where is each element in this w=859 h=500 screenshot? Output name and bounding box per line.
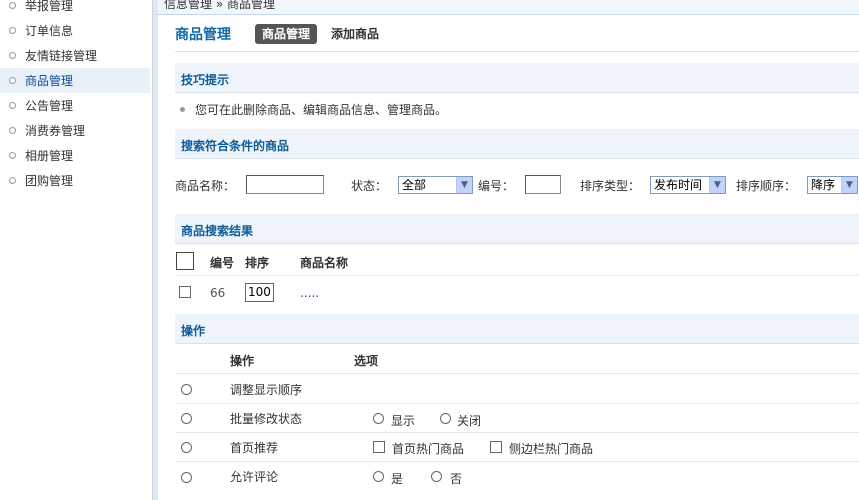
row-order-input[interactable]: 100 [245,283,274,302]
row-divider [175,275,859,276]
option-radio-close[interactable] [440,413,451,424]
status-select-value: 全部 [402,178,427,192]
dropdown-arrow-icon: ▼ [841,177,857,193]
id-label: 编号： [478,179,515,193]
product-name-label: 商品名称： [175,179,236,193]
page-title: 商品管理 [175,27,231,43]
sidebar-item-label: 相册管理 [25,149,74,163]
option-label-sidebar-hot: 侧边栏热门商品 [509,442,594,456]
dropdown-arrow-icon: ▼ [456,177,472,193]
option-label-show: 显示 [391,414,416,428]
op-radio-homepage-recommend[interactable] [181,442,192,453]
row-checkbox[interactable] [179,286,191,298]
section-title: 技巧提示 [181,73,230,87]
option-label-home-hot: 首页热门商品 [392,442,465,456]
op-radio-reorder[interactable] [181,384,192,395]
option-checkbox-sidebar-hot[interactable] [490,441,502,453]
row-divider [175,403,859,404]
option-radio-show[interactable] [373,413,384,424]
op-label-homepage-recommend: 首页推荐 [230,441,279,455]
breadcrumb-bar: 信息管理 » 商品管理 [158,0,859,15]
sidebar-item-products[interactable]: 商品管理 [0,68,150,93]
breadcrumb: 信息管理 » 商品管理 [164,0,275,11]
title-divider [175,51,859,52]
circle-bullet-icon [9,152,16,159]
circle-bullet-icon [9,52,16,59]
column-header-id: 编号 [210,256,235,270]
option-label-yes: 是 [391,472,404,486]
bullet-dot-icon [180,106,185,112]
column-header-option: 选项 [354,354,379,368]
option-checkbox-home-hot[interactable] [373,441,385,453]
sort-order-select[interactable]: 降序 ▼ [807,176,858,194]
sidebar-item-label: 举报管理 [25,0,74,13]
sort-order-select-value: 降序 [811,178,836,192]
sort-type-select-value: 发布时间 [654,178,703,192]
sidebar-item-groupbuy[interactable]: 团购管理 [0,168,150,193]
circle-bullet-icon [9,27,16,34]
section-title: 商品搜索结果 [181,224,254,238]
sidebar-item-label: 消费券管理 [25,124,86,138]
sidebar-item-announcements[interactable]: 公告管理 [0,93,150,118]
row-divider [175,373,859,374]
tab-manage-products[interactable]: 商品管理 [255,24,318,44]
sidebar-item-albums[interactable]: 相册管理 [0,143,150,168]
dropdown-arrow-icon: ▼ [709,177,725,193]
sort-order-label: 排序顺序： [736,179,797,193]
results-section-header: 商品搜索结果 [175,214,859,244]
sidebar: 举报管理 订单信息 友情链接管理 商品管理 公告管理 消费券管理 相册管理 团购… [0,0,150,500]
row-id: 66 [210,286,226,300]
sidebar-item-label: 友情链接管理 [25,49,98,63]
circle-bullet-icon [9,2,16,9]
circle-bullet-icon [9,102,16,109]
op-label-batch-status: 批量修改状态 [230,412,303,426]
option-radio-yes[interactable] [373,471,384,482]
sidebar-item-label: 团购管理 [25,174,74,188]
operations-section-header: 操作 [175,314,859,344]
tips-section-header: 技巧提示 [175,63,859,93]
column-header-order: 排序 [245,256,270,270]
option-label-close: 关闭 [457,414,482,428]
product-name-input[interactable] [246,175,324,194]
circle-bullet-icon [9,127,16,134]
column-header-name: 商品名称 [300,256,349,270]
row-divider [175,461,859,462]
sort-type-label: 排序类型： [580,179,641,193]
sidebar-item-label: 商品管理 [25,74,74,88]
sidebar-item-links[interactable]: 友情链接管理 [0,43,150,68]
search-section-header: 搜索符合条件的商品 [175,129,859,159]
tab-add-product[interactable]: 添加商品 [324,24,386,44]
option-label-no: 否 [450,472,463,486]
sidebar-item-label: 公告管理 [25,99,74,113]
sidebar-item-orders[interactable]: 订单信息 [0,18,150,43]
tip-item: 您可在此删除商品、编辑商品信息、管理商品。 [175,99,447,119]
section-title: 搜索符合条件的商品 [181,139,290,153]
sort-type-select[interactable]: 发布时间 ▼ [650,176,726,194]
id-input[interactable] [525,175,561,194]
select-all-checkbox[interactable] [176,252,194,270]
op-label-reorder: 调整显示顺序 [230,383,303,397]
column-header-action: 操作 [230,354,255,368]
tip-text: 您可在此删除商品、编辑商品信息、管理商品。 [195,102,448,117]
row-divider [175,432,859,433]
main-content: 信息管理 » 商品管理 商品管理 商品管理 添加商品 技巧提示 您可在此删除商品… [158,0,859,500]
row-product-name-link[interactable]: ..... [300,286,319,300]
op-radio-allow-comments[interactable] [181,472,192,483]
circle-bullet-icon [9,77,16,84]
sidebar-item-coupons[interactable]: 消费券管理 [0,118,150,143]
sidebar-item-label: 订单信息 [25,24,74,38]
circle-bullet-icon [9,177,16,184]
option-radio-no[interactable] [431,471,442,482]
status-label: 状态： [351,179,388,193]
op-label-allow-comments: 允许评论 [230,470,279,484]
op-radio-batch-status[interactable] [181,413,192,424]
sidebar-item-report[interactable]: 举报管理 [0,0,150,18]
status-select[interactable]: 全部 ▼ [398,176,473,194]
section-title: 操作 [181,324,206,338]
